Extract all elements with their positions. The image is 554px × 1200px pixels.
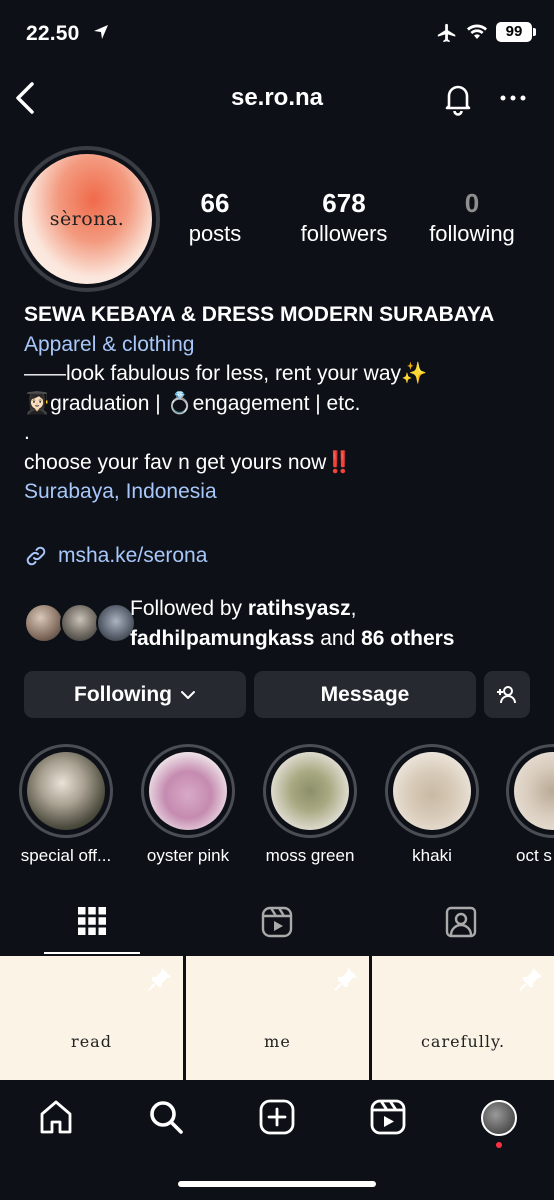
notifications-bell-icon[interactable] xyxy=(440,80,476,116)
message-button[interactable]: Message xyxy=(254,671,476,718)
reels-icon[interactable] xyxy=(260,905,294,939)
highlight-cover xyxy=(149,752,227,830)
location-arrow-icon xyxy=(92,23,110,41)
add-person-icon xyxy=(496,685,518,705)
post-tile[interactable]: me xyxy=(186,956,369,1080)
post-caption: me xyxy=(264,1032,291,1051)
highlight-item[interactable]: khaki xyxy=(384,744,480,866)
profile-name: SEWA KEBAYA & DRESS MODERN SURABAYA xyxy=(24,303,495,326)
stat-posts-label: posts xyxy=(188,221,242,246)
following-button[interactable]: Following xyxy=(24,671,246,718)
stat-followers-label: followers xyxy=(300,221,388,246)
highlight-label: oyster pink xyxy=(146,846,230,865)
link-text: msha.ke/serona xyxy=(58,544,208,567)
airplane-mode-icon xyxy=(436,22,458,44)
pin-icon xyxy=(333,966,359,992)
post-caption: carefully. xyxy=(420,1032,506,1051)
home-icon[interactable] xyxy=(37,1098,75,1136)
stat-posts-count: 66 xyxy=(200,188,230,218)
pin-icon xyxy=(147,966,173,992)
highlight-cover xyxy=(514,752,554,830)
more-options-icon[interactable] xyxy=(500,88,526,108)
profile-category[interactable]: Apparel & clothing xyxy=(24,330,534,360)
bio-line: choose your fav n get yours now‼️ xyxy=(24,450,353,474)
profile-bio: SEWA KEBAYA & DRESS MODERN SURABAYA Appa… xyxy=(24,300,534,507)
stat-following-count: 0 xyxy=(464,188,480,218)
mutual-avatar xyxy=(24,603,64,643)
post-tile[interactable]: carefully. xyxy=(372,956,554,1080)
highlight-item[interactable]: oct s xyxy=(506,744,554,866)
battery-indicator: 99 xyxy=(496,22,536,42)
profile-location[interactable]: Surabaya, Indonesia xyxy=(24,477,534,507)
mutual-followers-avatars[interactable] xyxy=(24,603,136,645)
avatar-logo-text: sèrona. xyxy=(49,208,125,230)
suggested-people-button[interactable] xyxy=(484,671,530,718)
search-icon[interactable] xyxy=(147,1098,185,1136)
bio-line: ——look fabulous for less, rent your way✨ xyxy=(24,362,428,385)
highlight-item[interactable]: special off... xyxy=(18,744,114,866)
message-button-label: Message xyxy=(320,682,410,706)
stat-followers[interactable]: 678 followers xyxy=(286,188,402,247)
post-tile[interactable]: read xyxy=(0,956,183,1080)
profile-avatar-tab[interactable] xyxy=(481,1100,517,1136)
tagged-icon[interactable] xyxy=(444,905,478,939)
stat-followers-count: 678 xyxy=(322,188,366,218)
followed-by-text[interactable]: Followed by ratihsyasz, fadhilpamungkass … xyxy=(130,594,540,654)
highlight-cover xyxy=(27,752,105,830)
create-icon[interactable] xyxy=(258,1098,296,1136)
highlight-label: moss green xyxy=(265,846,355,865)
highlight-item[interactable]: oyster pink xyxy=(140,744,236,866)
highlight-cover xyxy=(393,752,471,830)
notification-dot xyxy=(496,1142,502,1148)
link-icon xyxy=(24,544,48,568)
post-caption: read xyxy=(71,1032,112,1051)
reels-icon[interactable] xyxy=(369,1098,407,1136)
wifi-icon xyxy=(466,22,488,42)
stat-following-label: following xyxy=(429,221,515,246)
mutual-avatar xyxy=(60,603,100,643)
highlight-cover xyxy=(271,752,349,830)
stat-posts[interactable]: 66 posts xyxy=(170,188,260,247)
status-bar: 22.50 99 xyxy=(0,0,554,66)
profile-tabs xyxy=(0,895,554,955)
status-time: 22.50 xyxy=(26,22,80,45)
highlight-label: khaki xyxy=(412,846,452,865)
highlight-label: special off... xyxy=(20,846,112,865)
chevron-down-icon xyxy=(180,690,196,700)
highlight-item[interactable]: moss green xyxy=(262,744,358,866)
home-indicator xyxy=(178,1181,376,1187)
profile-link[interactable]: msha.ke/serona xyxy=(24,544,207,568)
following-button-label: Following xyxy=(74,682,172,706)
highlight-label: oct s xyxy=(516,846,552,865)
pin-icon xyxy=(518,966,544,992)
bio-line: . xyxy=(24,421,30,444)
profile-avatar[interactable]: sèrona. xyxy=(22,154,152,284)
grid-icon[interactable] xyxy=(76,905,108,937)
stat-following[interactable]: 0 following xyxy=(416,188,528,247)
active-tab-indicator xyxy=(44,952,140,954)
bio-line: 👩🏻‍🎓graduation | 💍engagement | etc. xyxy=(24,391,361,415)
